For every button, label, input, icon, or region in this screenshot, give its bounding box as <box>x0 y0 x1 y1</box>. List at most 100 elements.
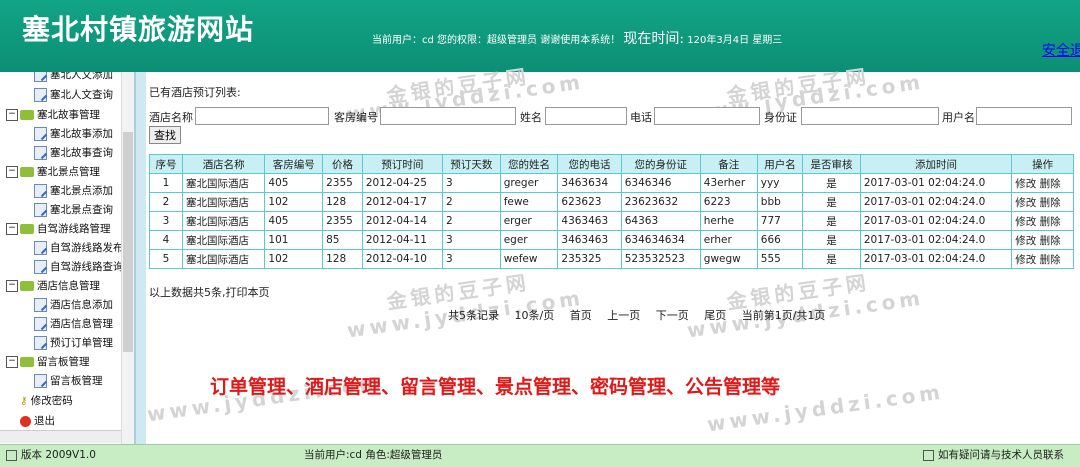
table-cell: 1 <box>149 173 183 193</box>
table-cell: 3 <box>441 173 501 193</box>
folder-icon <box>20 110 34 120</box>
pager-prev-link[interactable]: 上一页 <box>607 309 640 322</box>
safe-exit-link[interactable]: 安全退出 <box>1042 40 1080 60</box>
pager: 共5条记录 10条/页 首页 上一页 下一页 尾页 当前第1页/共1页 <box>448 307 837 323</box>
booking-table: 序号 酒店名称 客房编号 价格 预订时间 预订天数 您的姓名 您的电话 您的身份证 备注 用户名 是否… <box>149 154 1074 269</box>
header-bar: 塞北村镇旅游网站 当前用户：cd 您的权限：超级管理员 谢谢使用本系统！ 现在时… <box>0 0 1080 72</box>
table-cell: 2017-03-01 02:04:24.0 <box>859 173 1013 193</box>
collapse-icon[interactable]: − <box>6 223 18 235</box>
sidebar-item-label: 预订订单管理 <box>50 337 113 349</box>
frame-divider[interactable] <box>134 72 146 444</box>
folder-icon <box>20 167 34 177</box>
table-cell: 2012-04-14 <box>361 211 443 231</box>
delete-link[interactable]: 删除 <box>1040 235 1061 247</box>
hotel-name-input[interactable] <box>195 107 329 125</box>
table-cell: 2012-04-25 <box>361 173 443 193</box>
folder-icon <box>20 281 34 291</box>
table-cell: 6346346 <box>620 173 701 193</box>
table-cell: 4 <box>149 230 183 250</box>
room-no-input[interactable] <box>380 107 516 125</box>
operation-cell: 修改 删除 <box>1011 230 1074 250</box>
scrollbar-thumb[interactable] <box>123 132 133 352</box>
label-phone: 电话 <box>630 111 652 124</box>
table-cell: herhe <box>699 211 758 231</box>
edit-link[interactable]: 修改 <box>1015 178 1036 190</box>
pager-last-link[interactable]: 尾页 <box>704 309 726 322</box>
sidebar-item-13[interactable]: 酒店信息管理 <box>34 315 113 333</box>
pager-first-link[interactable]: 首页 <box>570 309 592 322</box>
sidebar-item-1[interactable]: 塞北人文查询 <box>34 86 113 104</box>
edit-link[interactable]: 修改 <box>1015 216 1036 228</box>
table-header-row: 序号 酒店名称 客房编号 价格 预订时间 预订天数 您的姓名 您的电话 您的身份证 备注 用户名 是否… <box>149 154 1074 174</box>
username-input[interactable] <box>976 107 1072 125</box>
pager-next-link[interactable]: 下一页 <box>656 309 689 322</box>
table-cell: 2 <box>441 192 501 212</box>
sidebar-item-0[interactable]: 塞北人文添加 <box>34 72 113 84</box>
sidebar-item-6[interactable]: 塞北景点添加 <box>34 182 113 200</box>
feature-banner: 订单管理、酒店管理、留言管理、景点管理、密码管理、公告管理等 <box>210 376 781 398</box>
sidebar-group-5[interactable]: − 塞北景点管理 <box>6 163 100 181</box>
edit-link[interactable]: 修改 <box>1015 254 1036 266</box>
table-row: 4 塞北国际酒店 101 85 2012-04-11 3 eger 3463463 634634… <box>149 230 1074 250</box>
label-room-no: 客房编号 <box>334 111 378 124</box>
computer-icon <box>6 449 17 461</box>
now-label: 现在时间: <box>623 31 685 47</box>
user-info-text: 当前用户：cd 您的权限：超级管理员 谢谢使用本系统！ <box>372 35 621 46</box>
sidebar-item-10[interactable]: 自驾游线路查询 <box>34 258 124 276</box>
table-cell: 2355 <box>322 211 363 231</box>
sidebar-item-16[interactable]: 留言板管理 <box>34 372 103 390</box>
sidebar-item-9[interactable]: 自驾游线路发布 <box>34 239 124 257</box>
label-id-card: 身份证 <box>764 111 797 124</box>
sidebar-item-4[interactable]: 塞北故事查询 <box>34 144 113 162</box>
table-cell: 634634634 <box>620 230 701 250</box>
table-cell: 102 <box>264 192 324 212</box>
sidebar-item-12[interactable]: 酒店信息添加 <box>34 296 113 314</box>
sidebar-item-3[interactable]: 塞北故事添加 <box>34 125 113 143</box>
edit-link[interactable]: 修改 <box>1015 197 1036 209</box>
sidebar-item-7[interactable]: 塞北景点查询 <box>34 201 113 219</box>
footer-bar: 版本 2009V1.0 当前用户:cd 角色:超级管理员 如有疑问请与技术人员联… <box>0 444 1080 467</box>
search-button[interactable]: 查找 <box>149 126 181 144</box>
sidebar-group-11[interactable]: − 酒店信息管理 <box>6 277 100 295</box>
table-cell: 塞北国际酒店 <box>181 211 266 231</box>
delete-link[interactable]: 删除 <box>1040 216 1061 228</box>
sidebar-group-8[interactable]: − 自驾游线路管理 <box>6 220 111 238</box>
column-header: 预订时间 <box>361 154 443 174</box>
document-edit-icon <box>34 374 47 388</box>
document-edit-icon <box>34 127 47 141</box>
sidebar-item-logout[interactable]: 退出 <box>20 412 55 430</box>
name-input[interactable] <box>545 107 627 125</box>
collapse-icon[interactable]: − <box>6 109 18 121</box>
collapse-icon[interactable]: − <box>6 166 18 178</box>
pager-total: 共5条记录 <box>448 309 499 322</box>
sidebar-item-change-password[interactable]: ⚷ 修改密码 <box>20 392 73 410</box>
table-cell: 2012-04-17 <box>361 192 443 212</box>
delete-link[interactable]: 删除 <box>1040 178 1061 190</box>
document-edit-icon <box>34 298 47 312</box>
table-cell: 2017-03-01 02:04:24.0 <box>859 230 1013 250</box>
edit-link[interactable]: 修改 <box>1015 235 1036 247</box>
collapse-icon[interactable]: − <box>6 356 18 368</box>
table-cell: 3463634 <box>557 173 622 193</box>
sidebar-group-2[interactable]: − 塞北故事管理 <box>6 106 100 124</box>
sidebar-item-14[interactable]: 预订订单管理 <box>34 334 113 352</box>
id-card-input[interactable] <box>801 107 939 125</box>
table-cell: 3 <box>149 211 183 231</box>
column-header: 您的电话 <box>557 154 622 174</box>
table-cell: 2017-03-01 02:04:24.0 <box>859 192 1013 212</box>
table-cell: eger <box>499 230 559 250</box>
sidebar-scrollbar[interactable] <box>121 72 134 444</box>
phone-input[interactable] <box>654 107 760 125</box>
sidebar-group-15[interactable]: − 留言板管理 <box>6 353 90 371</box>
delete-link[interactable]: 删除 <box>1040 254 1061 266</box>
sidebar-horizontal-scrollbar[interactable] <box>0 430 121 443</box>
site-title: 塞北村镇旅游网站 <box>22 13 255 46</box>
table-cell: 2012-04-11 <box>361 230 443 250</box>
delete-link[interactable]: 删除 <box>1040 197 1061 209</box>
sidebar: 塞北人文添加 塞北人文查询 − 塞北故事管理 塞北故事添加 塞北故事查询 − 塞北景点管理 塞北… <box>0 72 135 444</box>
column-header: 添加时间 <box>859 154 1013 174</box>
table-cell: fewe <box>499 192 559 212</box>
summary-text[interactable]: 以上数据共5条,打印本页 <box>149 284 270 300</box>
table-cell: 是 <box>802 211 861 231</box>
collapse-icon[interactable]: − <box>6 280 18 292</box>
